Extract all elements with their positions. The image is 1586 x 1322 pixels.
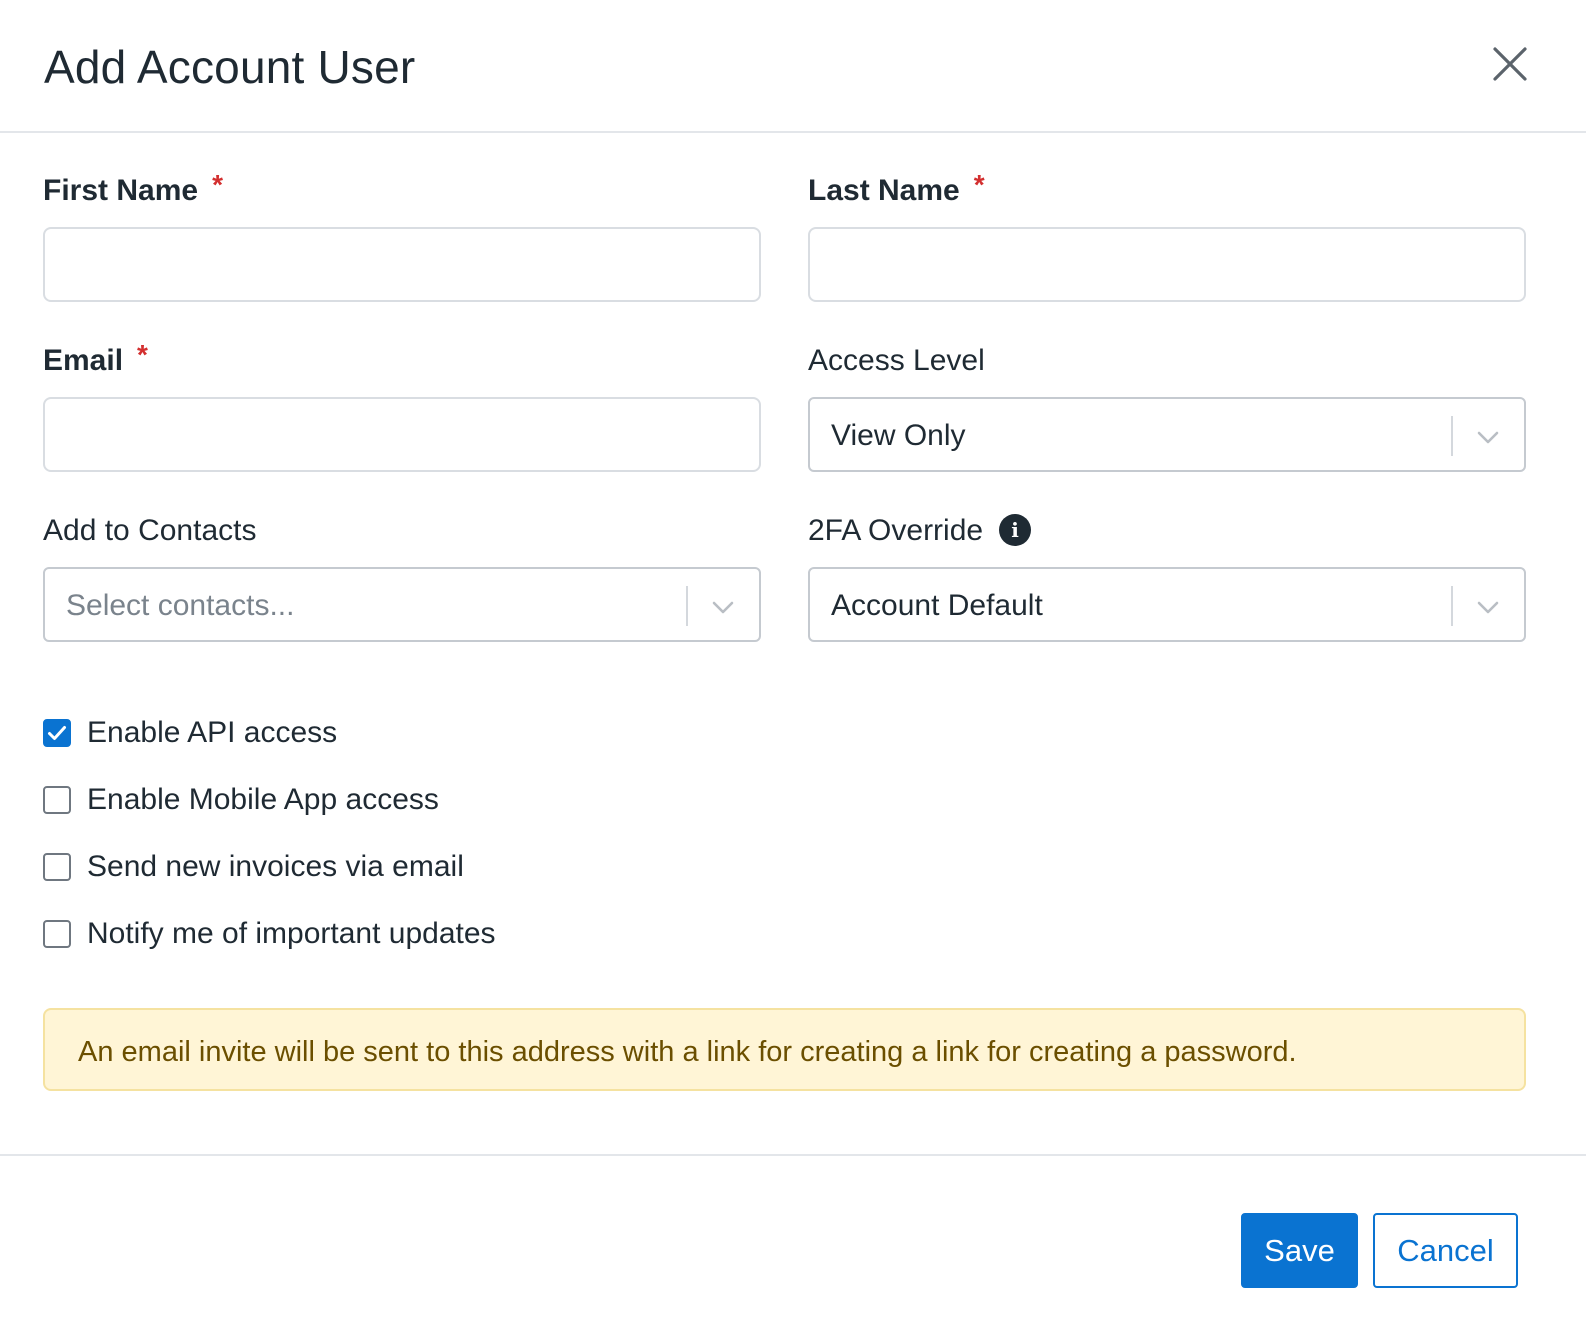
- checkbox-label: Notify me of important updates: [87, 917, 496, 950]
- checkbox-notify-important-updates[interactable]: Notify me of important updates: [43, 914, 496, 954]
- access-level-select[interactable]: View Only: [808, 397, 1526, 472]
- checkbox-unchecked[interactable]: [43, 920, 71, 948]
- modal-header: Add Account User: [0, 0, 1586, 133]
- info-icon[interactable]: i: [999, 514, 1032, 547]
- last-name-label: Last Name *: [808, 169, 985, 207]
- last-name-input[interactable]: [808, 227, 1526, 302]
- contacts-select[interactable]: Select contacts...: [43, 567, 761, 642]
- modal-footer: Save Cancel: [0, 1154, 1586, 1322]
- select-divider: [1451, 586, 1453, 626]
- checkbox-unchecked[interactable]: [43, 786, 71, 814]
- checkbox-send-invoices-email[interactable]: Send new invoices via email: [43, 847, 464, 887]
- close-button[interactable]: [1488, 42, 1532, 86]
- twofa-override-label: 2FA Override i: [808, 513, 1032, 549]
- select-divider: [686, 586, 688, 626]
- checkbox-enable-api-access[interactable]: Enable API access: [43, 713, 337, 753]
- checkbox-checked[interactable]: [43, 719, 71, 747]
- select-divider: [1451, 416, 1453, 456]
- access-level-label: Access Level: [808, 344, 985, 377]
- email-label: Email *: [43, 339, 148, 377]
- notice-text: An email invite will be sent to this add…: [78, 1036, 1297, 1068]
- chevron-down-icon[interactable]: [709, 593, 737, 621]
- invite-notice: An email invite will be sent to this add…: [43, 1008, 1526, 1091]
- checkbox-label: Enable API access: [87, 716, 338, 749]
- email-input[interactable]: [43, 397, 761, 472]
- save-button[interactable]: Save: [1241, 1213, 1358, 1288]
- first-name-label: First Name *: [43, 169, 223, 207]
- first-name-input[interactable]: [43, 227, 761, 302]
- twofa-override-value: Account Default: [831, 589, 1043, 622]
- chevron-down-icon[interactable]: [1474, 593, 1502, 621]
- required-indicator: *: [212, 169, 223, 200]
- checkbox-enable-mobile-app-access[interactable]: Enable Mobile App access: [43, 780, 439, 820]
- contacts-placeholder: Select contacts...: [66, 589, 295, 622]
- checkmark-icon: [48, 726, 66, 740]
- checkbox-label: Enable Mobile App access: [87, 783, 439, 816]
- chevron-down-icon[interactable]: [1474, 423, 1502, 451]
- required-indicator: *: [137, 339, 148, 370]
- modal-title: Add Account User: [44, 41, 416, 93]
- checkbox-unchecked[interactable]: [43, 853, 71, 881]
- close-icon: [1493, 47, 1527, 81]
- add-to-contacts-label: Add to Contacts: [43, 514, 257, 547]
- twofa-override-select[interactable]: Account Default: [808, 567, 1526, 642]
- cancel-button[interactable]: Cancel: [1373, 1213, 1518, 1288]
- checkbox-label: Send new invoices via email: [87, 850, 464, 883]
- required-indicator: *: [973, 169, 985, 200]
- access-level-value: View Only: [831, 419, 966, 452]
- add-account-user-modal: Add Account User First Name * Last Name * …: [0, 0, 1586, 1322]
